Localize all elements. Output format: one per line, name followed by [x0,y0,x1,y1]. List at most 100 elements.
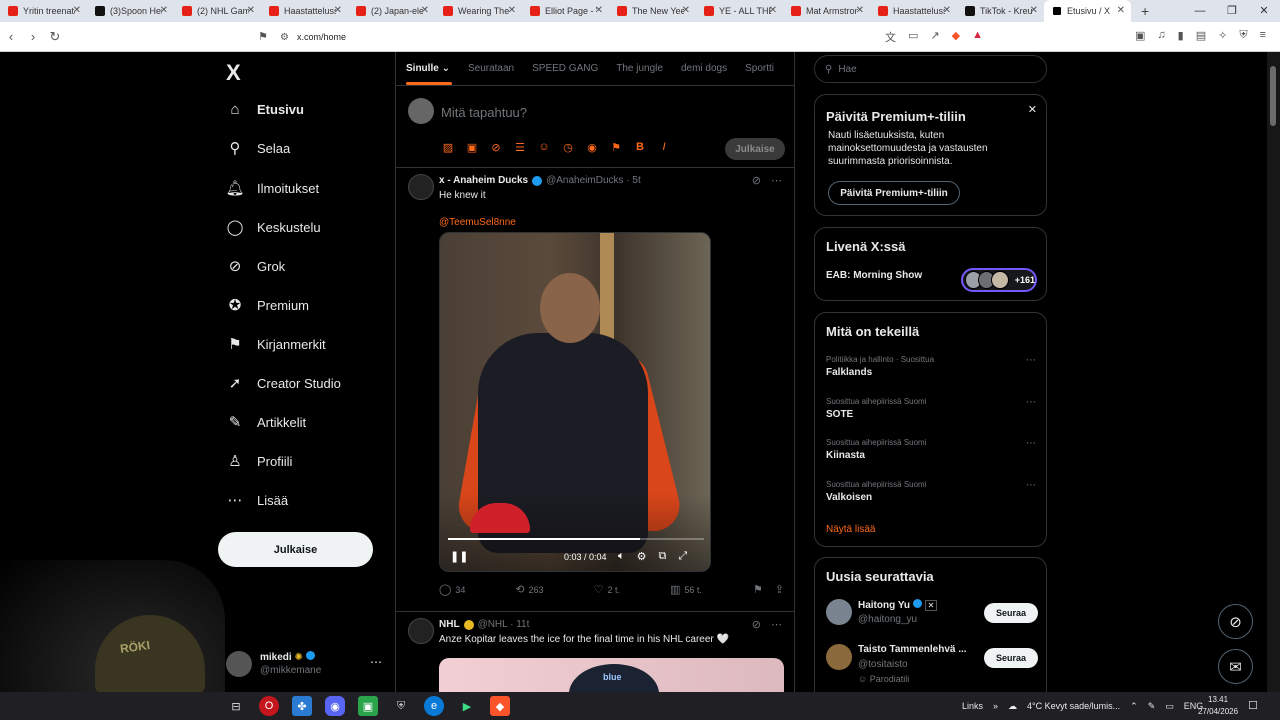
avatar[interactable] [826,599,852,625]
wallet-icon[interactable]: ▤ [1196,29,1206,42]
overflow-chevron-icon[interactable]: » [993,701,998,711]
tab-demi-dogs[interactable]: demi dogs [671,52,735,85]
pip-icon[interactable]: ⧉ [658,550,666,563]
scrollbar-thumb[interactable] [1270,66,1276,126]
nav-item-rocket[interactable]: ➚ Creator Studio [226,374,341,392]
brave-icon[interactable]: ◆ [490,696,510,716]
new-tab-button[interactable]: + [1141,3,1149,19]
forward-icon[interactable]: › [22,29,44,44]
browser-tab[interactable]: (2) NHL Game✕ [174,0,261,22]
flag-icon[interactable]: ⚑ [609,141,623,154]
close-tab-icon[interactable]: ✕ [943,5,951,16]
post-button[interactable]: Julkaise [218,532,373,567]
trend-item[interactable]: Suosittua aihepiirissä Suomi Kiinasta ⋯ [826,438,1036,461]
close-tab-icon[interactable]: ✕ [682,5,690,16]
browser-tab[interactable]: (3)Spoon Hert ✕ [87,0,174,22]
tweet-author-name[interactable]: NHL [439,619,460,630]
tweet-author-name[interactable]: x - Anaheim Ducks [439,175,528,186]
fullscreen-icon[interactable]: ⤢ [678,550,687,563]
compose-publish-button[interactable]: Julkaise [725,138,785,160]
image-icon[interactable]: ▨ [441,141,455,154]
browser-tab[interactable]: Mat Armstrong✕ [783,0,870,22]
grok-icon[interactable]: ⊘ [752,174,761,187]
avatar[interactable] [408,618,434,644]
nav-item-grok[interactable]: ⊘ Grok [226,257,285,275]
pen-icon[interactable]: ✎ [1148,701,1156,712]
close-tab-icon[interactable]: ✕ [160,5,168,16]
close-tab-icon[interactable]: ✕ [508,5,516,16]
close-tab-icon[interactable]: ✕ [856,5,864,16]
trend-item[interactable]: Politiikka ja hallinto · Suosittua Falkla… [826,355,1036,378]
follow-suggestion[interactable]: Taisto Tammenlehvä ... @tositaisto ☺ Par… [826,644,1038,684]
shield-app-icon[interactable]: ⛨ [391,696,411,716]
views-button[interactable]: ▥ 56 t. [670,583,702,596]
trend-item[interactable]: Suosittua aihepiirissä Suomi Valkoisen ⋯ [826,480,1036,503]
close-tab-icon[interactable]: ✕ [1117,5,1125,16]
follow-suggestion[interactable]: Haitong Yu ✕ @haitong_yu Seuraa [826,599,1038,635]
colors-app-icon[interactable]: ✤ [292,696,312,716]
more-icon[interactable]: ⋯ [771,174,782,187]
menu-icon[interactable]: ≡ [1260,29,1266,42]
weather-text[interactable]: 4°C Kevyt sade/lumis... [1027,701,1120,711]
volume-icon[interactable]: 🔈︎ [618,550,625,563]
location-icon[interactable]: ◉ [585,141,599,154]
follow-button[interactable]: Seuraa [984,603,1038,623]
browser-tab[interactable]: YE - ALL THE L✕ [696,0,783,22]
tab-sinulle[interactable]: Sinulle ⌄ [396,52,458,85]
browser-tab[interactable]: Haastattelussa✕ [261,0,348,22]
tweet-media[interactable]: blue [439,658,784,692]
more-icon[interactable]: ⋯ [771,618,782,631]
close-tab-icon[interactable]: ✕ [247,5,255,16]
tab-sportti[interactable]: Sportti [735,52,782,85]
browser-tab[interactable]: Haastattelussa✕ [870,0,957,22]
avatar[interactable] [826,644,852,670]
links-toolbar[interactable]: Links [962,701,983,711]
extension-icon[interactable]: ▣ [1135,29,1145,42]
tweet[interactable]: NHL @NHL · 11t ⊘ ⋯ Anze Kopitar leaves t… [396,614,794,692]
tab-the-jungle[interactable]: The jungle [606,52,671,85]
tweet-mention-link[interactable]: @TeemuSel8nne [439,217,516,228]
edge-icon[interactable]: e [424,696,444,716]
like-button[interactable]: ♡ 2 t. [594,583,620,596]
chevron-down-icon[interactable]: ⌄ [439,63,450,74]
brave-shields-icon[interactable]: ◆ [952,29,960,45]
show-more-link[interactable]: Näytä lisää [826,524,875,535]
trend-item[interactable]: Suosittua aihepiirissä Suomi SOTE ⋯ [826,397,1036,420]
live-listeners[interactable]: +161 [961,268,1037,292]
tab-seurataan[interactable]: Seurataan [458,52,522,85]
live-show-name[interactable]: EAB: Morning Show [826,270,922,281]
share-icon[interactable]: ↗ [930,29,939,45]
browser-tab[interactable]: The New Yeezy✕ [609,0,696,22]
more-icon[interactable]: ⋯ [370,655,382,669]
close-window-button[interactable]: ✕ [1248,0,1280,22]
bold-icon[interactable]: B [633,141,647,154]
back-icon[interactable]: ‹ [0,29,22,44]
bookmark-page-icon[interactable]: ⚑ [258,30,268,43]
tweet[interactable]: x - Anaheim Ducks @AnaheimDucks · 5t ⊘ ⋯… [396,170,794,613]
premium-upgrade-button[interactable]: Päivitä Premium+-tiliin [828,181,960,205]
more-icon[interactable]: ⋯ [1026,480,1036,491]
more-icon[interactable]: ⋯ [1026,397,1036,408]
nav-item-premium[interactable]: ✪ Premium [226,296,309,314]
x-logo[interactable]: X [226,60,241,86]
pause-icon[interactable]: ❚❚ [450,550,468,563]
green-app-icon[interactable]: ▣ [358,696,378,716]
gif-icon[interactable]: ▣ [465,141,479,154]
share-icon[interactable]: ⇪ [775,583,784,596]
video-progress-bar[interactable] [448,538,704,540]
close-tab-icon[interactable]: ✕ [595,5,603,16]
tab-speed-gang[interactable]: SPEED GANG [522,52,606,85]
grok-fab-icon[interactable]: ⊘ [1218,604,1253,639]
nav-item-search[interactable]: ⚲ Selaa [226,139,291,157]
brave-rewards-icon[interactable]: ▲ [972,29,983,45]
nav-item-more-circle[interactable]: ⋯ Lisää [226,491,289,509]
translate-icon[interactable]: 文 [885,29,896,45]
site-info-icon[interactable]: ⚙ [280,32,289,43]
cast-icon[interactable]: ▭ [908,29,918,45]
network-icon[interactable]: ▭ [1165,701,1174,712]
close-tab-icon[interactable]: ✕ [73,5,81,16]
repost-button[interactable]: ⟲ 263 [515,583,543,596]
tweet-video[interactable]: ❚❚ 0:03 / 0:04 🔈︎ ⚙ ⧉ ⤢ [439,232,711,572]
more-icon[interactable]: ⋯ [1026,438,1036,449]
discord-icon[interactable]: ◉ [325,696,345,716]
